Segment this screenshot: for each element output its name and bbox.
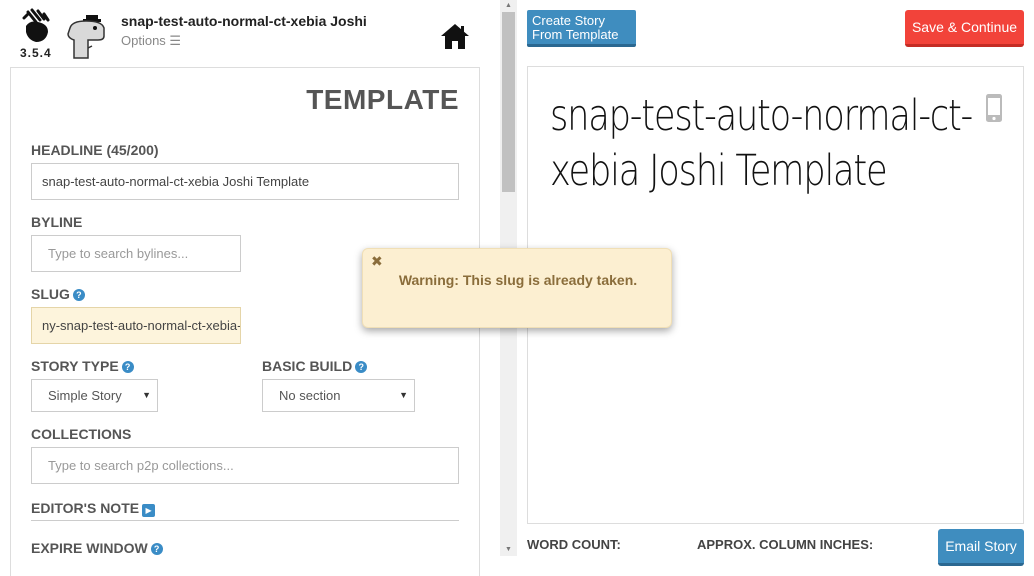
expire-window-label-row: EXPIRE WINDOW? [31, 540, 163, 556]
chevron-down-icon: ▼ [399, 390, 408, 400]
column-inches-label: APPROX. COLUMN INCHES: [697, 537, 874, 552]
editors-note-label: EDITOR'S NOTE [31, 500, 140, 516]
editors-note-toggle[interactable]: EDITOR'S NOTE ▶ [31, 500, 156, 517]
scroll-thumb[interactable] [502, 12, 515, 192]
basic-build-label: BASIC BUILD [262, 358, 353, 374]
headline-input[interactable]: snap-test-auto-normal-ct-xebia Joshi Tem… [31, 163, 459, 200]
slug-input[interactable]: ny-snap-test-auto-normal-ct-xebia-joshi-… [31, 307, 241, 344]
basic-build-value: No section [279, 388, 341, 403]
slug-warning-toast: ✖ Warning: This slug is already taken. [362, 248, 672, 328]
story-type-label-row: STORY TYPE? [31, 358, 134, 374]
basic-build-select[interactable]: No section ▼ [262, 379, 415, 412]
dinosaur-mascot-icon [67, 15, 105, 59]
section-divider [31, 520, 459, 521]
basic-build-help-icon[interactable]: ? [355, 361, 368, 373]
slug-label-row: SLUG? [31, 286, 85, 302]
document-title: snap-test-auto-normal-ct-xebia Joshi [121, 13, 367, 29]
byline-search-input[interactable]: Type to search bylines... [31, 235, 241, 272]
collections-label: COLLECTIONS [31, 426, 132, 442]
slug-label: SLUG [31, 286, 70, 302]
panel-title: TEMPLATE [306, 84, 459, 115]
warning-message: Warning: This slug is already taken. [398, 272, 638, 288]
expire-window-label: EXPIRE WINDOW [31, 540, 148, 556]
chevron-down-icon: ▼ [142, 390, 151, 400]
scroll-down-arrow-icon[interactable]: ▼ [500, 544, 517, 556]
preview-headline: snap-test-auto-normal-ct-xebia Joshi Tem… [550, 91, 973, 196]
scroll-up-arrow-icon[interactable]: ▲ [500, 0, 517, 12]
slug-help-icon[interactable]: ? [72, 289, 85, 301]
story-type-label: STORY TYPE [31, 358, 119, 374]
story-type-help-icon[interactable]: ? [121, 361, 134, 373]
mobile-phone-icon[interactable] [985, 93, 1003, 123]
collections-search-input[interactable]: Type to search p2p collections... [31, 447, 459, 484]
save-and-continue-button[interactable]: Save & Continue [905, 10, 1024, 47]
word-count-label: WORD COUNT: [527, 537, 621, 552]
expand-play-icon[interactable]: ▶ [142, 504, 156, 517]
basic-build-label-row: BASIC BUILD? [262, 358, 368, 374]
create-story-from-template-button[interactable]: Create Story From Template [527, 10, 636, 47]
story-type-select[interactable]: Simple Story ▼ [31, 379, 158, 412]
hand-logo-icon [22, 8, 50, 42]
expire-window-help-icon[interactable]: ? [150, 543, 163, 555]
email-story-button[interactable]: Email Story [938, 529, 1024, 566]
story-type-value: Simple Story [48, 388, 122, 403]
options-menu[interactable]: Options ☰ [121, 33, 181, 49]
headline-label: HEADLINE (45/200) [31, 142, 159, 158]
app-version: 3.5.4 [20, 46, 52, 60]
close-icon[interactable]: ✖ [371, 253, 383, 270]
home-icon[interactable] [440, 22, 470, 50]
byline-label: BYLINE [31, 214, 83, 230]
